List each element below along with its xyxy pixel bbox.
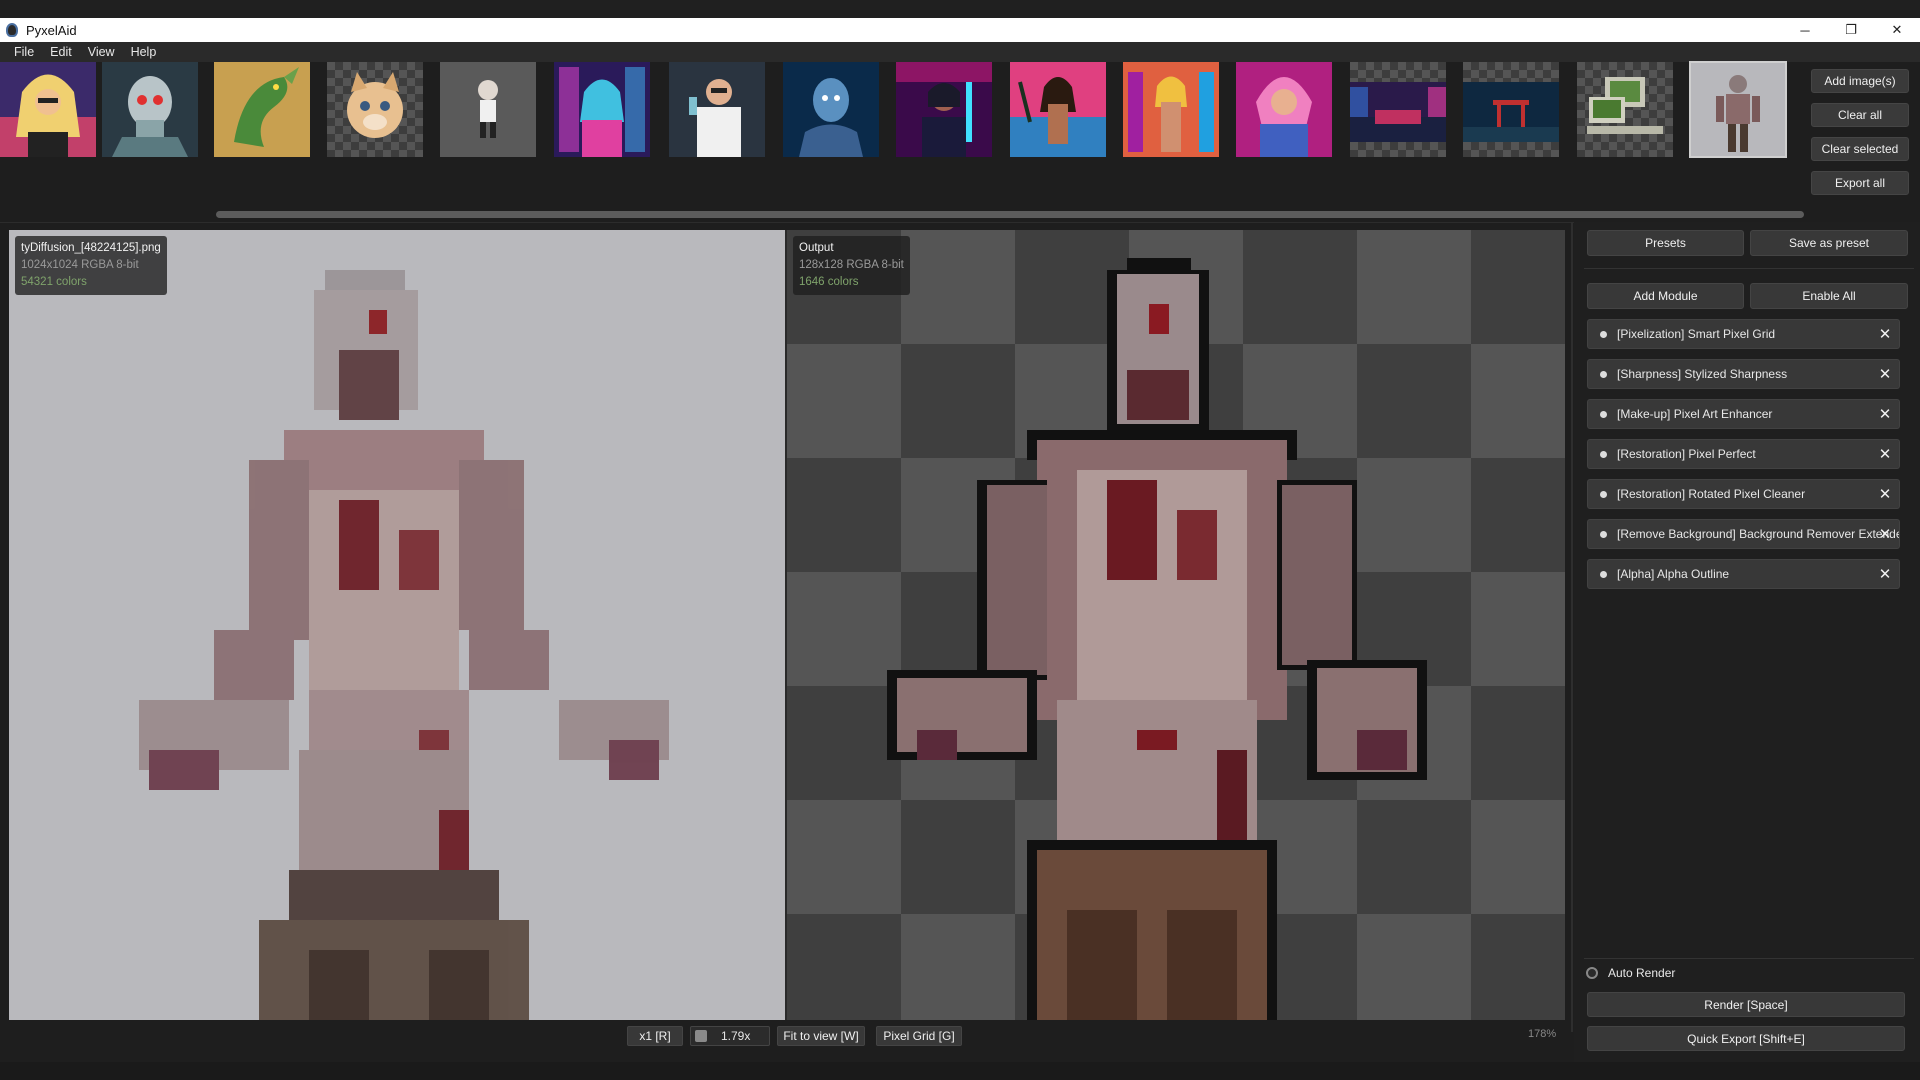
window-title: PyxelAid — [26, 22, 77, 38]
remove-module-icon[interactable]: ✕ — [1877, 526, 1893, 543]
close-button[interactable]: ✕ — [1874, 18, 1920, 42]
thumbnail-pink-hair-woman[interactable] — [1236, 62, 1332, 157]
menu-file[interactable]: File — [6, 45, 42, 59]
thumbnail-scrollbar[interactable] — [216, 211, 1804, 218]
thumbnail-synthwave-blonde-woman[interactable] — [0, 62, 96, 157]
title-bar: PyxelAid ─ ❐ ✕ — [0, 18, 1920, 42]
module-enabled-dot[interactable] — [1600, 450, 1607, 458]
module-item[interactable]: [Restoration] Pixel Perfect ✕ — [1587, 439, 1900, 469]
module-enabled-dot[interactable] — [1600, 410, 1607, 418]
panel-separator — [1571, 222, 1573, 1032]
module-item[interactable]: [Sharpness] Stylized Sharpness ✕ — [1587, 359, 1900, 389]
thumbnail-neon-city-woman[interactable] — [1123, 62, 1219, 157]
zoom-input[interactable]: 1.79x — [690, 1026, 770, 1046]
input-color-count: 54321 colors — [21, 276, 87, 288]
output-info-panel: Output 128x128 RGBA 8-bit 1646 colors — [793, 236, 910, 295]
add-images-button[interactable]: Add image(s) — [1811, 69, 1909, 93]
module-item[interactable]: [Restoration] Rotated Pixel Cleaner ✕ — [1587, 479, 1900, 509]
pixel-grid-button[interactable]: Pixel Grid [G] — [876, 1026, 962, 1046]
thumbnail-chibi-figure[interactable] — [440, 62, 536, 157]
remove-module-icon[interactable]: ✕ — [1877, 566, 1893, 583]
input-filename: tyDiffusion_[48224125].png — [21, 242, 161, 254]
zoom-x1-button[interactable]: x1 [R] — [627, 1026, 683, 1046]
zoom-percentage: 178% — [1528, 1028, 1557, 1040]
top-strip — [0, 0, 1920, 18]
zoom-value: 1.79x — [721, 1029, 751, 1043]
module-label: [Pixelization] Smart Pixel Grid — [1617, 327, 1776, 341]
remove-module-icon[interactable]: ✕ — [1877, 366, 1893, 383]
app-logo-icon — [6, 23, 18, 37]
menu-edit[interactable]: Edit — [42, 45, 80, 59]
thumbnail-strip — [0, 61, 1800, 160]
input-image — [139, 270, 669, 1020]
auto-render-option[interactable]: Auto Render — [1586, 966, 1675, 980]
module-enabled-dot[interactable] — [1600, 370, 1607, 378]
module-label: [Sharpness] Stylized Sharpness — [1617, 367, 1788, 381]
module-item[interactable]: [Alpha] Alpha Outline ✕ — [1587, 559, 1900, 589]
remove-module-icon[interactable]: ✕ — [1877, 486, 1893, 503]
thumbnail-retro-computers[interactable] — [1577, 62, 1673, 157]
panel-divider — [1584, 958, 1914, 959]
input-preview[interactable]: tyDiffusion_[48224125].png 1024x1024 RGB… — [9, 230, 785, 1020]
menu-view[interactable]: View — [80, 45, 123, 59]
module-enabled-dot[interactable] — [1600, 570, 1607, 578]
module-label: [Make-up] Pixel Art Enhancer — [1617, 407, 1773, 421]
thumbnail-cyborg-skull[interactable] — [102, 62, 198, 157]
output-title: Output — [799, 242, 834, 254]
thumbnail-green-dragon[interactable] — [214, 62, 310, 157]
thumbnail-torii-gate-night[interactable] — [1463, 62, 1559, 157]
clear-all-button[interactable]: Clear all — [1811, 103, 1909, 127]
clear-selected-button[interactable]: Clear selected — [1811, 137, 1909, 161]
thumbnail-neon-cyberpunk-woman[interactable] — [554, 62, 650, 157]
module-enabled-dot[interactable] — [1600, 330, 1607, 338]
output-preview[interactable]: Output 128x128 RGBA 8-bit 1646 colors — [787, 230, 1565, 1020]
input-info-panel: tyDiffusion_[48224125].png 1024x1024 RGB… — [15, 236, 167, 295]
save-preset-button[interactable]: Save as preset — [1750, 230, 1908, 256]
auto-render-label: Auto Render — [1608, 966, 1676, 980]
module-enabled-dot[interactable] — [1600, 530, 1607, 538]
module-item[interactable]: [Remove Background] Background Remover E… — [1587, 519, 1900, 549]
quick-export-button[interactable]: Quick Export [Shift+E] — [1587, 1026, 1905, 1051]
thumbnail-beach-woman[interactable] — [1010, 62, 1106, 157]
window-controls: ─ ❐ ✕ — [1782, 18, 1920, 42]
status-strip — [0, 1062, 1920, 1080]
output-image — [887, 258, 1427, 1020]
zoom-swatch-icon — [695, 1030, 707, 1042]
presets-button[interactable]: Presets — [1587, 230, 1744, 256]
restore-button[interactable]: ❐ — [1828, 18, 1874, 42]
output-color-count: 1646 colors — [799, 276, 859, 288]
add-module-button[interactable]: Add Module — [1587, 283, 1744, 309]
input-meta: 1024x1024 RGBA 8-bit — [21, 259, 139, 271]
thumbnail-neon-car-street[interactable] — [1350, 62, 1446, 157]
output-meta: 128x128 RGBA 8-bit — [799, 259, 904, 271]
menu-help[interactable]: Help — [123, 45, 165, 59]
menu-bar: File Edit View Help — [0, 42, 1920, 62]
remove-module-icon[interactable]: ✕ — [1877, 446, 1893, 463]
module-enabled-dot[interactable] — [1600, 490, 1607, 498]
thumbnail-scientist[interactable] — [669, 62, 765, 157]
module-label: [Restoration] Rotated Pixel Cleaner — [1617, 487, 1806, 501]
thumbnail-blue-alien[interactable] — [783, 62, 879, 157]
module-item[interactable]: [Pixelization] Smart Pixel Grid ✕ — [1587, 319, 1900, 349]
auto-render-radio[interactable] — [1586, 967, 1598, 979]
image-viewer[interactable]: tyDiffusion_[48224125].png 1024x1024 RGB… — [9, 230, 1565, 1020]
module-label: [Remove Background] Background Remover E… — [1617, 527, 1899, 541]
thumbnail-zombie-figure[interactable] — [1689, 61, 1787, 158]
export-all-button[interactable]: Export all — [1811, 171, 1909, 195]
remove-module-icon[interactable]: ✕ — [1877, 326, 1893, 343]
module-label: [Restoration] Pixel Perfect — [1617, 447, 1756, 461]
thumbnail-kitten[interactable] — [327, 62, 423, 157]
module-item[interactable]: [Make-up] Pixel Art Enhancer ✕ — [1587, 399, 1900, 429]
remove-module-icon[interactable]: ✕ — [1877, 406, 1893, 423]
minimize-button[interactable]: ─ — [1782, 18, 1828, 42]
enable-all-button[interactable]: Enable All — [1750, 283, 1908, 309]
fit-to-view-button[interactable]: Fit to view [W] — [777, 1026, 865, 1046]
thumbnail-neon-jacket-woman[interactable] — [896, 62, 992, 157]
render-button[interactable]: Render [Space] — [1587, 992, 1905, 1017]
module-label: [Alpha] Alpha Outline — [1617, 567, 1730, 581]
panel-divider — [1584, 268, 1914, 269]
